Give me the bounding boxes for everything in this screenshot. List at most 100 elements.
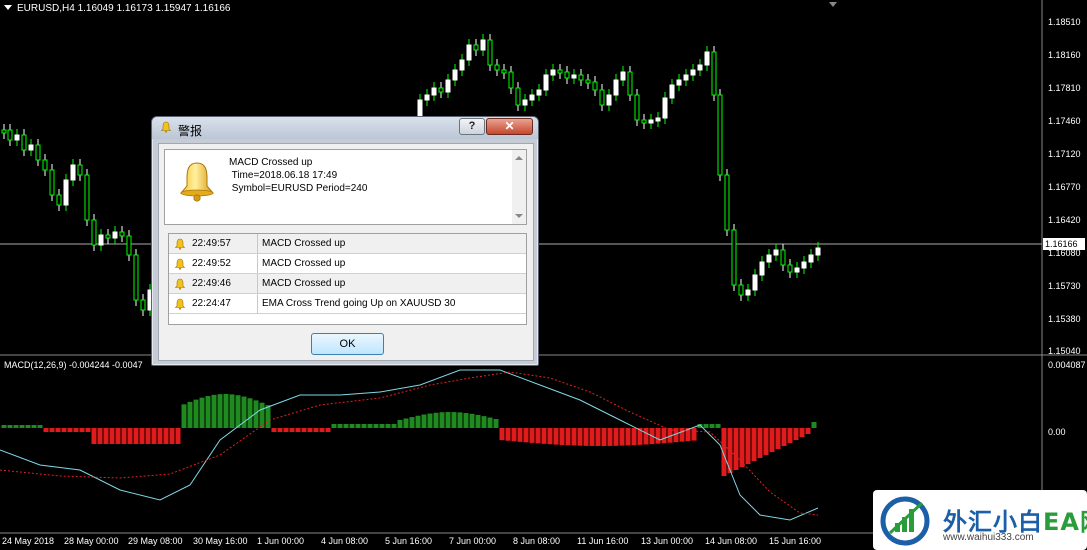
time-axis-label: 14 Jun 08:00	[705, 536, 758, 546]
macd-histogram-bar	[433, 412, 439, 428]
macd-histogram-bar	[769, 428, 775, 452]
macd-histogram-bar	[415, 415, 421, 428]
macd-histogram-bar	[385, 424, 391, 428]
candle-body	[592, 81, 598, 91]
macd-histogram-bar	[625, 428, 631, 446]
macd-histogram-bar	[265, 405, 271, 428]
macd-histogram-bar	[397, 420, 403, 428]
close-button[interactable]: ✕	[486, 118, 533, 135]
macd-histogram-bar	[787, 428, 793, 443]
macd-histogram-bar	[445, 412, 451, 428]
macd-histogram-bar	[427, 413, 433, 428]
candle-body	[105, 234, 111, 239]
message-scrollbar[interactable]	[512, 150, 526, 224]
candle-body	[627, 71, 633, 96]
chart-title: EURUSD,H4 1.16049 1.16173 1.15947 1.1616…	[4, 3, 231, 14]
candle-body	[724, 174, 730, 231]
macd-histogram-bar	[805, 428, 811, 434]
macd-histogram-bar	[601, 428, 607, 446]
candle-body	[431, 87, 437, 96]
candle-body	[35, 144, 41, 161]
price-axis-label: 1.15730	[1048, 281, 1081, 291]
macd-histogram-bar	[547, 428, 553, 445]
candle-body	[599, 89, 605, 106]
scroll-down-icon[interactable]	[515, 214, 523, 218]
macd-histogram-bar	[751, 428, 757, 461]
macd-histogram-bar	[43, 428, 49, 432]
alert-row[interactable]: 22:24:47 EMA Cross Trend going Up on XAU…	[169, 294, 526, 314]
macd-histogram-bar	[295, 428, 301, 432]
alert-message: MACD Crossed up	[262, 238, 346, 249]
price-axis-label: 1.17460	[1048, 116, 1081, 126]
macd-histogram-bar	[379, 424, 385, 428]
alert-time-cell: 22:24:47	[169, 294, 258, 313]
price-axis-label: 1.16420	[1048, 215, 1081, 225]
candle-body	[126, 235, 132, 256]
candle-body	[606, 94, 612, 106]
alert-time: 22:49:52	[192, 258, 231, 269]
macd-histogram-bar	[127, 428, 133, 444]
macd-histogram-bar	[799, 428, 805, 437]
watermark-url: www.waihui333.com	[943, 532, 1034, 543]
macd-histogram-bar	[331, 424, 337, 428]
candle-body	[731, 229, 737, 286]
candle-body	[697, 64, 703, 71]
macd-histogram-bar	[277, 428, 283, 432]
alert-time-cell: 22:49:52	[169, 254, 258, 273]
macd-histogram-bar	[517, 428, 523, 442]
ok-button[interactable]: OK	[311, 333, 384, 355]
candle-body	[808, 254, 814, 263]
macd-histogram-bar	[355, 424, 361, 428]
macd-histogram-bar	[163, 428, 169, 444]
alert-history-list[interactable]: 22:49:57 MACD Crossed up 22:49:52 MACD C…	[168, 233, 527, 325]
alert-row[interactable]: 22:49:52 MACD Crossed up	[169, 254, 526, 274]
current-price-label: 1.16166	[1043, 238, 1085, 250]
candle-body	[84, 174, 90, 221]
chart-menu-triangle-icon[interactable]	[4, 5, 12, 10]
macd-histogram-bar	[745, 428, 751, 464]
candle-body	[564, 71, 570, 79]
candle-body	[494, 64, 500, 71]
macd-histogram-bar	[343, 424, 349, 428]
time-axis-label: 8 Jun 08:00	[513, 536, 561, 546]
macd-histogram-bar	[475, 414, 481, 428]
candle-body	[515, 87, 521, 106]
macd-histogram-bar	[187, 401, 193, 428]
macd-histogram-bar	[313, 428, 319, 432]
macd-histogram-bar	[721, 428, 727, 476]
macd-histogram-bar	[247, 398, 253, 428]
candle-body	[773, 249, 779, 256]
dialog-body: MACD Crossed up Time=2018.06.18 17:49 Sy…	[158, 143, 534, 361]
price-axis-label: 1.16770	[1048, 182, 1081, 192]
macd-histogram-bar	[49, 428, 55, 432]
price-axis-label: 1.17120	[1048, 149, 1081, 159]
macd-histogram-bar	[139, 428, 145, 444]
site-logo-icon	[880, 496, 930, 546]
alert-dialog[interactable]: 警报 ? ✕ MACD Crossed up Time=2018.06.18 1…	[151, 116, 539, 366]
candle-body	[459, 59, 465, 71]
dialog-titlebar[interactable]: 警报 ? ✕	[152, 117, 538, 139]
alert-time-cell: 22:49:57	[169, 234, 258, 253]
candle-body	[14, 134, 20, 141]
candle-body	[438, 87, 444, 93]
help-button[interactable]: ?	[459, 118, 485, 135]
price-axis-label: 1.18160	[1048, 50, 1081, 60]
alert-row[interactable]: 22:49:46 MACD Crossed up	[169, 274, 526, 294]
macd-histogram-bar	[199, 397, 205, 428]
macd-histogram-bar	[115, 428, 121, 444]
scroll-up-icon[interactable]	[515, 156, 523, 160]
time-axis-label: 30 May 16:00	[193, 536, 248, 546]
alert-message-line: MACD Crossed up	[229, 157, 313, 168]
alert-row[interactable]: 22:49:57 MACD Crossed up	[169, 234, 526, 254]
chart-symbol-info: EURUSD,H4 1.16049 1.16173 1.15947 1.1616…	[17, 3, 231, 14]
price-axis-label: 1.17810	[1048, 83, 1081, 93]
macd-histogram-bar	[307, 428, 313, 432]
macd-histogram-bar	[325, 428, 331, 432]
macd-histogram-bar	[109, 428, 115, 444]
candle-body	[7, 129, 13, 141]
macd-histogram-bar	[655, 428, 661, 444]
macd-histogram-bar	[271, 428, 277, 432]
macd-histogram-bar	[757, 428, 763, 458]
macd-histogram-bar	[715, 424, 721, 428]
macd-histogram-bar	[469, 413, 475, 428]
